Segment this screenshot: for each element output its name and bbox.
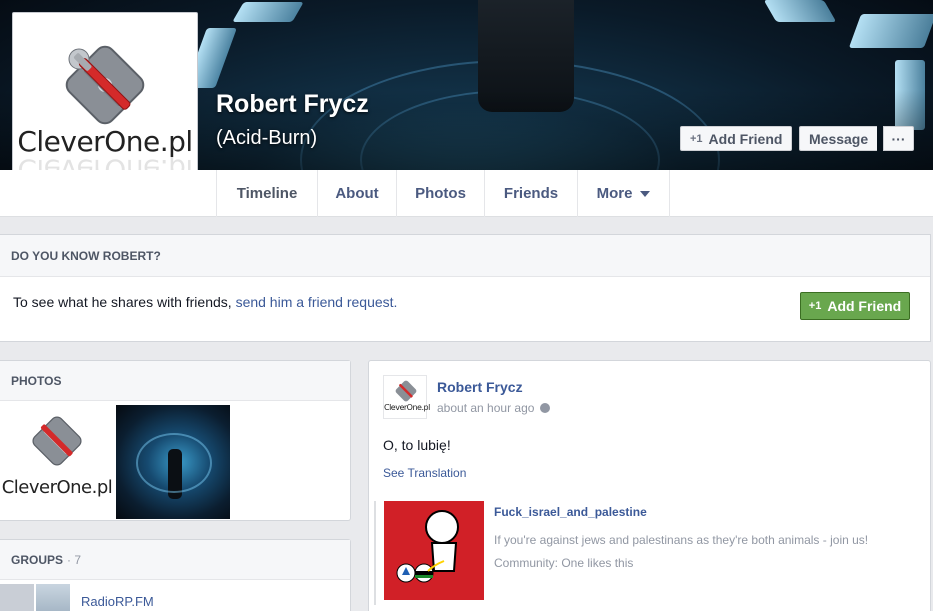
do-you-know-prompt: To see what he shares with friends, (13, 294, 236, 310)
groups-card: GROUPS · 7 RadioRP.FM (0, 539, 351, 611)
globe-icon (540, 403, 551, 413)
add-friend-green-button[interactable]: +1 Add Friend (800, 292, 910, 320)
photos-heading[interactable]: PHOTOS (0, 361, 350, 401)
cover-light (848, 14, 933, 48)
send-friend-request-link[interactable]: send him a friend request. (236, 294, 398, 310)
groups-heading-label: GROUPS (11, 552, 64, 567)
groups-heading[interactable]: GROUPS · 7 (0, 540, 350, 580)
photo-thumbnail[interactable] (116, 405, 230, 519)
tab-friends-label: Friends (503, 185, 559, 202)
attachment-description: If you're against jews and palestinans a… (494, 533, 869, 547)
tab-about-label: About (335, 185, 379, 202)
post-text: O, to lubię! (383, 437, 451, 453)
post-attachment[interactable]: Fuck_israel_and_palestine If you're agai… (374, 501, 914, 605)
do-you-know-box: DO YOU KNOW ROBERT? To see what he share… (0, 234, 931, 342)
tab-photos-label: Photos (415, 185, 466, 202)
message-button[interactable]: Message (799, 126, 878, 151)
add-friend-icon: +1 (808, 300, 822, 312)
do-you-know-text: To see what he shares with friends, send… (13, 294, 397, 310)
tab-timeline[interactable]: Timeline (216, 170, 317, 217)
caret-down-icon (640, 190, 651, 197)
avatar-logo-text: CleverOne.pl (384, 403, 430, 412)
wrench-screwdriver-logo (57, 37, 153, 133)
attachment-cartoon-icon (396, 510, 459, 583)
timeline-post: CleverOne.pl Robert Frycz about an hour … (368, 360, 931, 611)
ellipsis-icon: ··· (891, 130, 906, 147)
add-friend-icon: +1 (690, 132, 703, 145)
post-time-label: about an hour ago (437, 401, 535, 415)
profile-nickname: (Acid-Burn) (216, 127, 318, 149)
group-name[interactable]: RadioRP.FM (81, 594, 154, 609)
add-friend-green-label: Add Friend (827, 298, 902, 314)
more-actions-button[interactable]: ··· (883, 126, 914, 151)
wrench-screwdriver-logo (32, 416, 82, 466)
see-translation-link[interactable]: See Translation (383, 466, 466, 480)
wrench-screwdriver-logo (395, 380, 417, 402)
group-avatar[interactable] (0, 584, 34, 611)
post-timestamp[interactable]: about an hour ago (437, 401, 551, 415)
tab-photos[interactable]: Photos (396, 170, 484, 217)
do-you-know-heading: DO YOU KNOW ROBERT? (0, 235, 930, 277)
attachment-image[interactable] (384, 501, 484, 600)
photo-ring (136, 433, 212, 493)
profile-name[interactable]: Robert Frycz (216, 90, 369, 119)
photos-card: PHOTOS CleverOne.pl (0, 360, 351, 521)
tab-about[interactable]: About (317, 170, 396, 217)
tab-more-label: More (596, 185, 633, 202)
message-label: Message (809, 130, 869, 147)
add-friend-label: Add Friend (708, 130, 783, 147)
attachment-meta: Community: One likes this (494, 556, 634, 570)
tab-more[interactable]: More (577, 170, 670, 217)
add-friend-button[interactable]: +1 Add Friend (680, 126, 793, 151)
groups-count: · 7 (67, 552, 82, 567)
photo-logo-text: CleverOne.pl (1, 477, 113, 498)
profile-tab-bar: Timeline About Photos Friends More (0, 170, 933, 217)
attachment-title[interactable]: Fuck_israel_and_palestine (494, 505, 647, 519)
cover-light (763, 0, 837, 22)
cover-light (232, 2, 304, 22)
photo-thumbnail[interactable]: CleverOne.pl (0, 405, 114, 519)
tab-timeline-label: Timeline (236, 185, 298, 202)
post-author-avatar[interactable]: CleverOne.pl (383, 375, 430, 419)
group-avatar[interactable] (36, 584, 70, 611)
post-author-name[interactable]: Robert Frycz (437, 379, 523, 395)
tab-friends[interactable]: Friends (484, 170, 577, 217)
